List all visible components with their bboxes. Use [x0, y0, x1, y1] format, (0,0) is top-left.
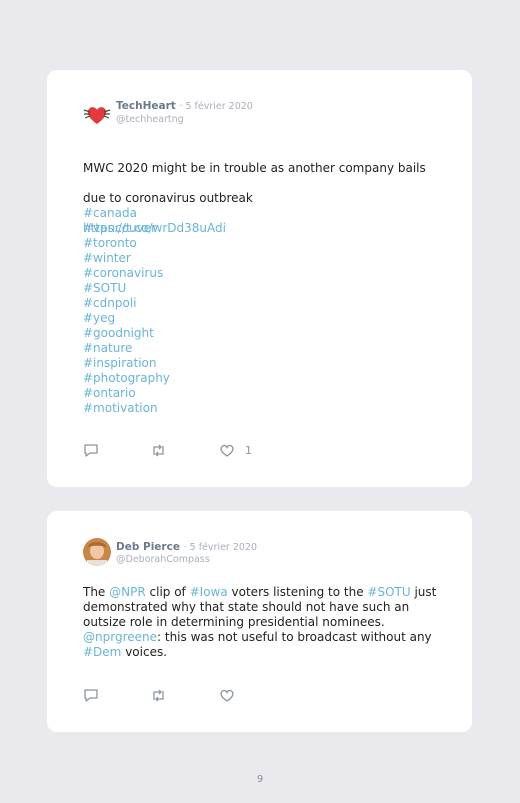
tweet-text-segment: clip of	[145, 585, 190, 599]
tweet-date: · 5 février 2020	[183, 542, 258, 553]
hashtag[interactable]: #cdnpoli	[83, 296, 170, 311]
hashtag[interactable]: #motivation	[83, 401, 170, 416]
author-handle[interactable]: @DeborahCompass	[116, 554, 210, 565]
hashtag[interactable]: #photography	[83, 371, 170, 386]
mention-link[interactable]: @nprgreene	[83, 630, 157, 644]
tweet-text-line: MWC 2020 might be in trouble as another …	[83, 161, 426, 175]
hashtag[interactable]: #ontario	[83, 386, 170, 401]
like-button[interactable]: 1	[219, 443, 252, 458]
retweet-button[interactable]	[150, 688, 167, 703]
hashtag[interactable]: #vancouver	[83, 221, 170, 236]
author-name-text[interactable]: Deb Pierce	[116, 541, 180, 553]
tweet-text-segment: voices.	[121, 645, 168, 659]
reply-icon	[84, 689, 98, 702]
tweet-card: TechHeart · 5 février 2020 @techheartng …	[47, 70, 472, 487]
tweet-text-segment: : this was not useful to broadcast witho…	[157, 630, 432, 644]
author-name[interactable]: TechHeart · 5 février 2020	[116, 100, 253, 112]
tweet-date: · 5 février 2020	[179, 101, 253, 112]
tweet-text-segment: voters listening to the	[227, 585, 368, 599]
hashtag[interactable]: #Iowa	[190, 585, 228, 599]
retweet-icon	[153, 444, 164, 457]
hashtag[interactable]: #inspiration	[83, 356, 170, 371]
tweet-text-segment: The	[83, 585, 110, 599]
profile-photo[interactable]	[83, 538, 111, 566]
hashtag[interactable]: #goodnight	[83, 326, 170, 341]
author-handle[interactable]: @techheartng	[116, 114, 184, 125]
tweet-text-line: due to coronavirus outbreak	[83, 191, 253, 205]
heart-icon	[220, 689, 234, 702]
hashtag[interactable]: #SOTU	[367, 585, 410, 599]
reply-button[interactable]	[83, 688, 99, 703]
reply-button[interactable]	[83, 443, 99, 458]
author-name-text[interactable]: TechHeart	[116, 100, 176, 112]
mention-link[interactable]: @NPR	[109, 585, 146, 599]
heart-icon	[220, 444, 234, 457]
hashtag-list: #canada #vancouver #toronto #winter #cor…	[83, 206, 170, 416]
hashtag[interactable]: #yeg	[83, 311, 170, 326]
retweet-icon	[153, 689, 164, 702]
hashtag[interactable]: #coronavirus	[83, 266, 170, 281]
like-button[interactable]	[219, 688, 235, 703]
retweet-button[interactable]	[150, 443, 167, 458]
author-name[interactable]: Deb Pierce · 5 février 2020	[116, 541, 257, 553]
hashtag[interactable]: #toronto	[83, 236, 170, 251]
tweet-card: Deb Pierce · 5 février 2020 @DeborahComp…	[47, 511, 472, 732]
reply-icon	[84, 444, 98, 457]
hashtag[interactable]: #Dem	[83, 645, 121, 659]
heart-logo-icon[interactable]	[83, 100, 111, 128]
hashtag[interactable]: #winter	[83, 251, 170, 266]
hashtag[interactable]: #nature	[83, 341, 170, 356]
like-count: 1	[245, 444, 252, 457]
hashtag[interactable]: #canada	[83, 206, 170, 221]
tweet-text: The @NPR clip of #Iowa voters listening …	[83, 585, 453, 660]
hashtag[interactable]: #SOTU	[83, 281, 170, 296]
page-number: 9	[256, 774, 264, 785]
